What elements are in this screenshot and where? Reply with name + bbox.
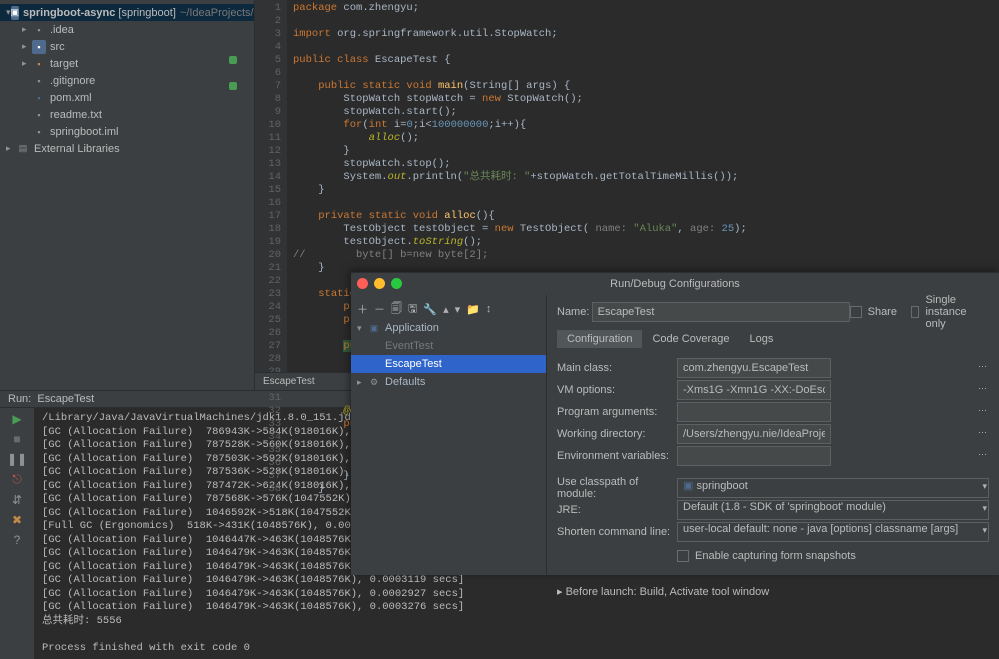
root-name: springboot-async [23,7,115,19]
name-label: Name: [557,306,592,318]
field-label: Program arguments: [557,406,677,418]
tab-configuration[interactable]: Configuration [557,330,642,348]
file-icon: ▪ [32,108,46,122]
dialog-title-bar: Run/Debug Configurations [351,273,999,295]
field-input[interactable] [677,402,831,422]
settings-icon[interactable]: 🔧 [423,303,437,316]
tree-item[interactable]: ▪pom.xml [0,89,254,106]
tab-code-coverage[interactable]: Code Coverage [642,330,739,348]
enable-capture-checkbox[interactable]: Enable capturing form snapshots [677,550,989,562]
field-label: Shorten command line: [557,526,677,538]
config-form: Name: Share Single instance only Configu… [547,295,999,576]
module-icon: ▣ [11,6,20,20]
tree-item[interactable]: ▪.gitignore [0,72,254,89]
field-input[interactable] [677,358,831,378]
field-label: JRE: [557,504,677,516]
chevron-right-icon: ▸ [357,377,367,388]
tree-item[interactable]: ▪springboot.iml [0,123,254,140]
file-icon: ▪ [32,91,46,105]
tree-root[interactable]: ▾ ▣ springboot-async [springboot] ~/Idea… [0,4,254,21]
tree-item[interactable]: ▸▪.idea [0,21,254,38]
file-icon: ▪ [32,125,46,139]
chevron-icon: ▸ [22,24,32,35]
field-input[interactable] [677,446,831,466]
browse-icon[interactable]: ⋯ [978,361,987,372]
external-libraries[interactable]: ▸ ▤ External Libraries [0,140,254,157]
field-label: Environment variables: [557,450,677,462]
config-tree: ＋ － 🗐 🖫 🔧 ▴ ▾ 📁 ↕ ▾ ▣ Application EventT… [351,295,547,576]
file-icon: ▪ [32,74,46,88]
chevron-right-icon: ▸ [6,143,16,154]
config-item-selected[interactable]: EscapeTest [351,355,546,373]
field-label: Working directory: [557,428,677,440]
chevron-icon: ▸ [22,58,32,69]
config-defaults[interactable]: ▸ ⚙ Defaults [351,373,546,391]
library-icon: ▤ [16,142,30,156]
browse-icon[interactable]: ⋯ [978,427,987,438]
remove-icon[interactable]: － [374,301,385,317]
dialog-title: Run/Debug Configurations [610,278,740,290]
pause-icon[interactable]: ❚❚ [7,452,27,466]
minimize-icon[interactable] [374,278,385,289]
name-input[interactable] [592,302,850,322]
run-config-dialog: Run/Debug Configurations ＋ － 🗐 🖫 🔧 ▴ ▾ 📁… [351,272,999,575]
folder-icon[interactable]: 📁 [466,303,480,316]
root-path: ~/IdeaProjects/springboot-a [180,7,255,19]
browse-icon[interactable]: ⋯ [978,383,987,394]
close-icon[interactable] [357,278,368,289]
pin-icon[interactable]: ✖ [12,513,22,527]
field-label: VM options: [557,384,677,396]
field-input[interactable] [677,380,831,400]
application-icon: ▣ [367,321,381,335]
add-icon[interactable]: ＋ [357,301,368,317]
chevron-icon: ▸ [22,41,32,52]
tree-item[interactable]: ▸▪target [0,55,254,72]
field-label: Use classpath of module: [557,476,677,500]
zoom-icon[interactable] [391,278,402,289]
tree-item[interactable]: ▸▪src [0,38,254,55]
browse-icon[interactable]: ⋯ [978,405,987,416]
browse-icon[interactable]: ⋯ [978,449,987,460]
chevron-down-icon[interactable]: ▾ [982,503,987,514]
tree-item[interactable]: ▪readme.txt [0,106,254,123]
field-dropdown[interactable]: user-local default: none - java [options… [677,522,989,542]
config-type-application[interactable]: ▾ ▣ Application [351,319,546,337]
config-tabs: Configuration Code Coverage Logs [557,330,989,348]
layout-icon[interactable]: ⇵ [12,493,22,507]
up-icon[interactable]: ▴ [443,303,449,316]
share-checkbox[interactable]: Share [850,306,897,318]
file-icon: ▪ [32,40,46,54]
single-instance-checkbox[interactable]: Single instance only [911,294,989,330]
gear-icon: ⚙ [367,375,381,389]
help-icon[interactable]: ? [14,533,21,547]
exit-icon[interactable]: ⎋ [12,472,22,487]
root-tag: [springboot] [118,7,175,19]
file-icon: ▪ [32,23,46,37]
run-toolbar: ▶ ■ ❚❚ ⎋ ⇵ ✖ ? [0,408,34,659]
copy-icon[interactable]: 🗐 [391,300,402,319]
down-icon[interactable]: ▾ [455,303,461,316]
field-input[interactable] [677,424,831,444]
field-dropdown[interactable]: ▣ springboot▾ [677,478,989,498]
chevron-down-icon: ▾ [357,323,367,334]
tab-logs[interactable]: Logs [740,330,784,348]
config-item[interactable]: EventTest [351,337,546,355]
before-launch-section[interactable]: ▸ Before launch: Build, Activate tool wi… [557,567,989,598]
collapse-icon[interactable]: ↕ [486,303,492,315]
rerun-icon[interactable]: ▶ [12,412,21,426]
field-label: Main class: [557,362,677,374]
chevron-down-icon[interactable]: ▾ [982,525,987,536]
stop-icon[interactable]: ■ [13,432,20,446]
editor-gutter: 1234567891011121314151617181920212223242… [255,0,287,390]
field-dropdown[interactable]: Default (1.8 - SDK of 'springboot' modul… [677,500,989,520]
project-tree[interactable]: ▾ ▣ springboot-async [springboot] ~/Idea… [0,0,255,390]
save-icon[interactable]: 🖫 [408,300,417,319]
file-icon: ▪ [32,57,46,71]
chevron-down-icon[interactable]: ▾ [982,481,987,492]
config-toolbar: ＋ － 🗐 🖫 🔧 ▴ ▾ 📁 ↕ [351,299,546,319]
